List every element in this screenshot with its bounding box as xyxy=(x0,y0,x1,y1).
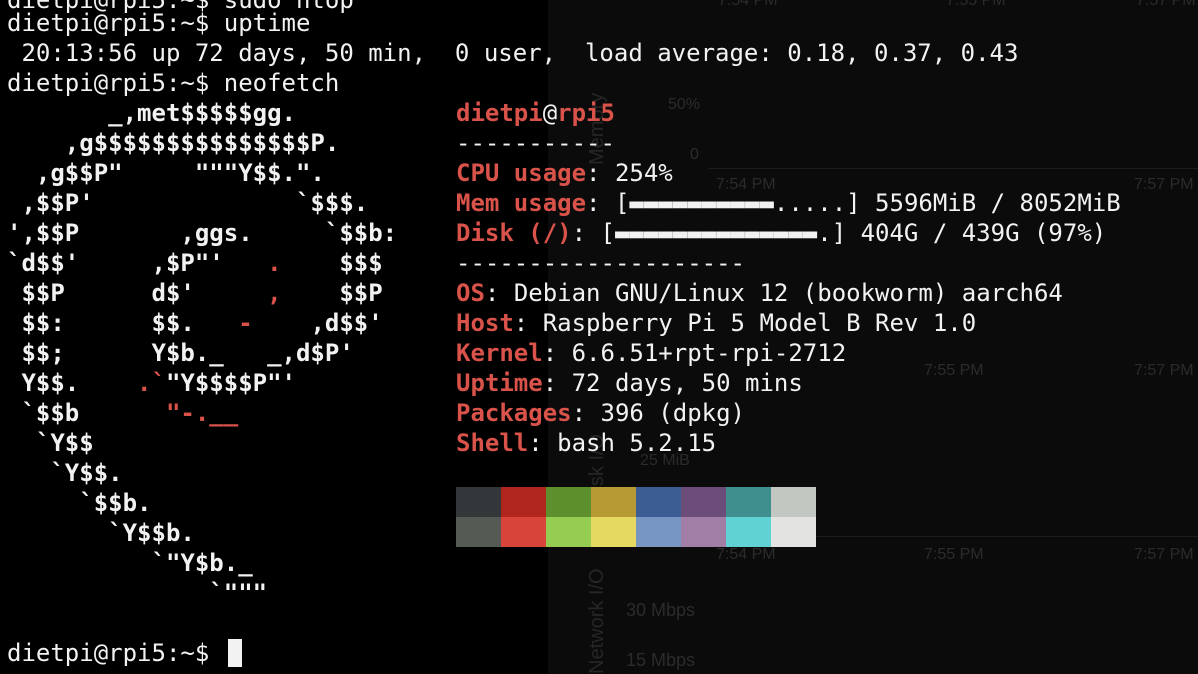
logo-line: $$P d$' , $$P xyxy=(7,278,383,308)
shell-value: bash 5.2.15 xyxy=(557,429,717,457)
logo-segment: $$P d$' xyxy=(7,279,268,307)
color-swatch xyxy=(681,487,726,517)
color-palette xyxy=(456,487,816,547)
color-swatch xyxy=(591,487,636,517)
logo-line: `$$b. xyxy=(7,489,152,517)
packages-label: Packages xyxy=(456,399,572,427)
logo-red-segment: .` xyxy=(137,369,166,397)
terminal-window[interactable]: dietpi@rpi5:~$ sudo htop dietpi@rpi5:~$ … xyxy=(0,0,1198,674)
mem-usage-label: Mem usage xyxy=(456,189,587,217)
uptime-value: 72 days, 50 mins xyxy=(571,369,803,397)
mem-usage-row: Mem usage: [▬▬▬▬▬▬▬▬▬▬.....] 5596MiB / 8… xyxy=(456,189,1121,217)
logo-line: ,$$P' `$$$. xyxy=(7,189,369,217)
terminal-prompt-line: dietpi@rpi5:~$ neofetch xyxy=(7,69,340,97)
os-label: OS xyxy=(456,279,485,307)
logo-red-segment: - xyxy=(238,309,253,337)
color-swatch xyxy=(681,517,726,547)
cpu-usage-label: CPU usage xyxy=(456,159,587,187)
logo-segment: ,d$$' xyxy=(252,309,383,337)
color-swatch xyxy=(726,487,771,517)
host-value: Raspberry Pi 5 Model B Rev 1.0 xyxy=(542,309,977,337)
logo-segment: $$: $$. xyxy=(7,309,239,337)
logo-line: `""" xyxy=(7,579,268,607)
logo-line: ,g$$$$$$$$$$$$$$$P. xyxy=(7,129,340,157)
color-swatch xyxy=(636,487,681,517)
packages-value: 396 (dpkg) xyxy=(600,399,746,427)
user-host-title: dietpi@rpi5 xyxy=(456,98,615,128)
kernel-row: Kernel: 6.6.51+rpt-rpi-2712 xyxy=(456,339,847,367)
logo-line: `Y$$ xyxy=(7,429,94,457)
hostname: rpi5 xyxy=(557,99,615,127)
logo-line: ,g$$P" """Y$$.". xyxy=(7,159,325,187)
logo-red-segment: , xyxy=(267,279,282,307)
shell-label: Shell xyxy=(456,429,529,457)
color-swatch xyxy=(726,517,771,547)
color-swatch xyxy=(501,517,546,547)
disk-usage-value: [▬▬▬▬▬▬▬▬▬▬▬▬▬▬.] 404G / 439G (97%) xyxy=(600,219,1107,247)
logo-line: Y$$. .`"Y$$$$P"' xyxy=(7,368,296,398)
terminal-prompt-line: dietpi@rpi5:~$ uptime xyxy=(7,9,311,37)
color-swatch xyxy=(591,517,636,547)
username: dietpi xyxy=(456,99,543,127)
terminal-cursor xyxy=(227,639,242,667)
disk-usage-row: Disk (/): [▬▬▬▬▬▬▬▬▬▬▬▬▬▬.] 404G / 439G … xyxy=(456,219,1107,247)
logo-line: `"Y$b._ xyxy=(7,549,253,577)
uptime-output: 20:13:56 up 72 days, 50 min, 0 user, loa… xyxy=(7,39,1019,67)
color-swatch xyxy=(771,487,816,517)
logo-segment: Y$$. xyxy=(7,369,138,397)
packages-row: Packages: 396 (dpkg) xyxy=(456,399,746,427)
uptime-label: Uptime xyxy=(456,369,543,397)
color-swatch xyxy=(636,517,681,547)
color-swatch xyxy=(501,487,546,517)
logo-segment: $$$ xyxy=(281,249,383,277)
logo-line: `d$$' ,$P"' . $$$ xyxy=(7,248,383,278)
logo-red-segment: "-.__ xyxy=(165,399,239,427)
cpu-usage-value: 254% xyxy=(614,159,673,187)
info-divider: -------------------- xyxy=(456,249,745,277)
color-swatch xyxy=(771,517,816,547)
title-underline: ----------- xyxy=(456,129,615,157)
mem-usage-value: [▬▬▬▬▬▬▬▬▬▬.....] 5596MiB / 8052MiB xyxy=(614,189,1121,217)
os-row: OS: Debian GNU/Linux 12 (bookworm) aarch… xyxy=(456,279,1063,307)
logo-line: $$: $$. - ,d$$' xyxy=(7,308,383,338)
prompt-text: dietpi@rpi5:~$ xyxy=(7,639,224,667)
logo-line: _,met$$$$$gg. xyxy=(7,99,296,127)
host-row: Host: Raspberry Pi 5 Model B Rev 1.0 xyxy=(456,309,977,337)
uptime-row: Uptime: 72 days, 50 mins xyxy=(456,369,803,397)
terminal-prompt-line[interactable]: dietpi@rpi5:~$ xyxy=(7,638,242,668)
color-swatch xyxy=(546,517,591,547)
color-swatch xyxy=(456,517,501,547)
logo-segment: `$$b xyxy=(7,399,166,427)
shell-row: Shell: bash 5.2.15 xyxy=(456,429,717,457)
color-swatch xyxy=(546,487,591,517)
logo-segment: `d$$' ,$P"' xyxy=(7,249,268,277)
color-swatch xyxy=(456,487,501,517)
kernel-label: Kernel xyxy=(456,339,543,367)
cpu-usage-row: CPU usage: 254% xyxy=(456,159,673,187)
disk-usage-label: Disk (/) xyxy=(456,219,572,247)
logo-red-segment: . xyxy=(267,249,282,277)
logo-line: `Y$$b. xyxy=(7,519,195,547)
kernel-value: 6.6.51+rpt-rpi-2712 xyxy=(571,339,847,367)
logo-line: ',$$P ,ggs. `$$b: xyxy=(7,219,398,247)
logo-segment: "Y$$$$P"' xyxy=(165,369,296,397)
logo-line: `Y$$. xyxy=(7,459,123,487)
at-sign: @ xyxy=(542,99,558,127)
os-value: Debian GNU/Linux 12 (bookworm) aarch64 xyxy=(513,279,1063,307)
logo-line: $$; Y$b._ _,d$P' xyxy=(7,339,354,367)
logo-line: `$$b "-.__ xyxy=(7,398,238,428)
host-label: Host xyxy=(456,309,514,337)
logo-segment: $$P xyxy=(281,279,383,307)
